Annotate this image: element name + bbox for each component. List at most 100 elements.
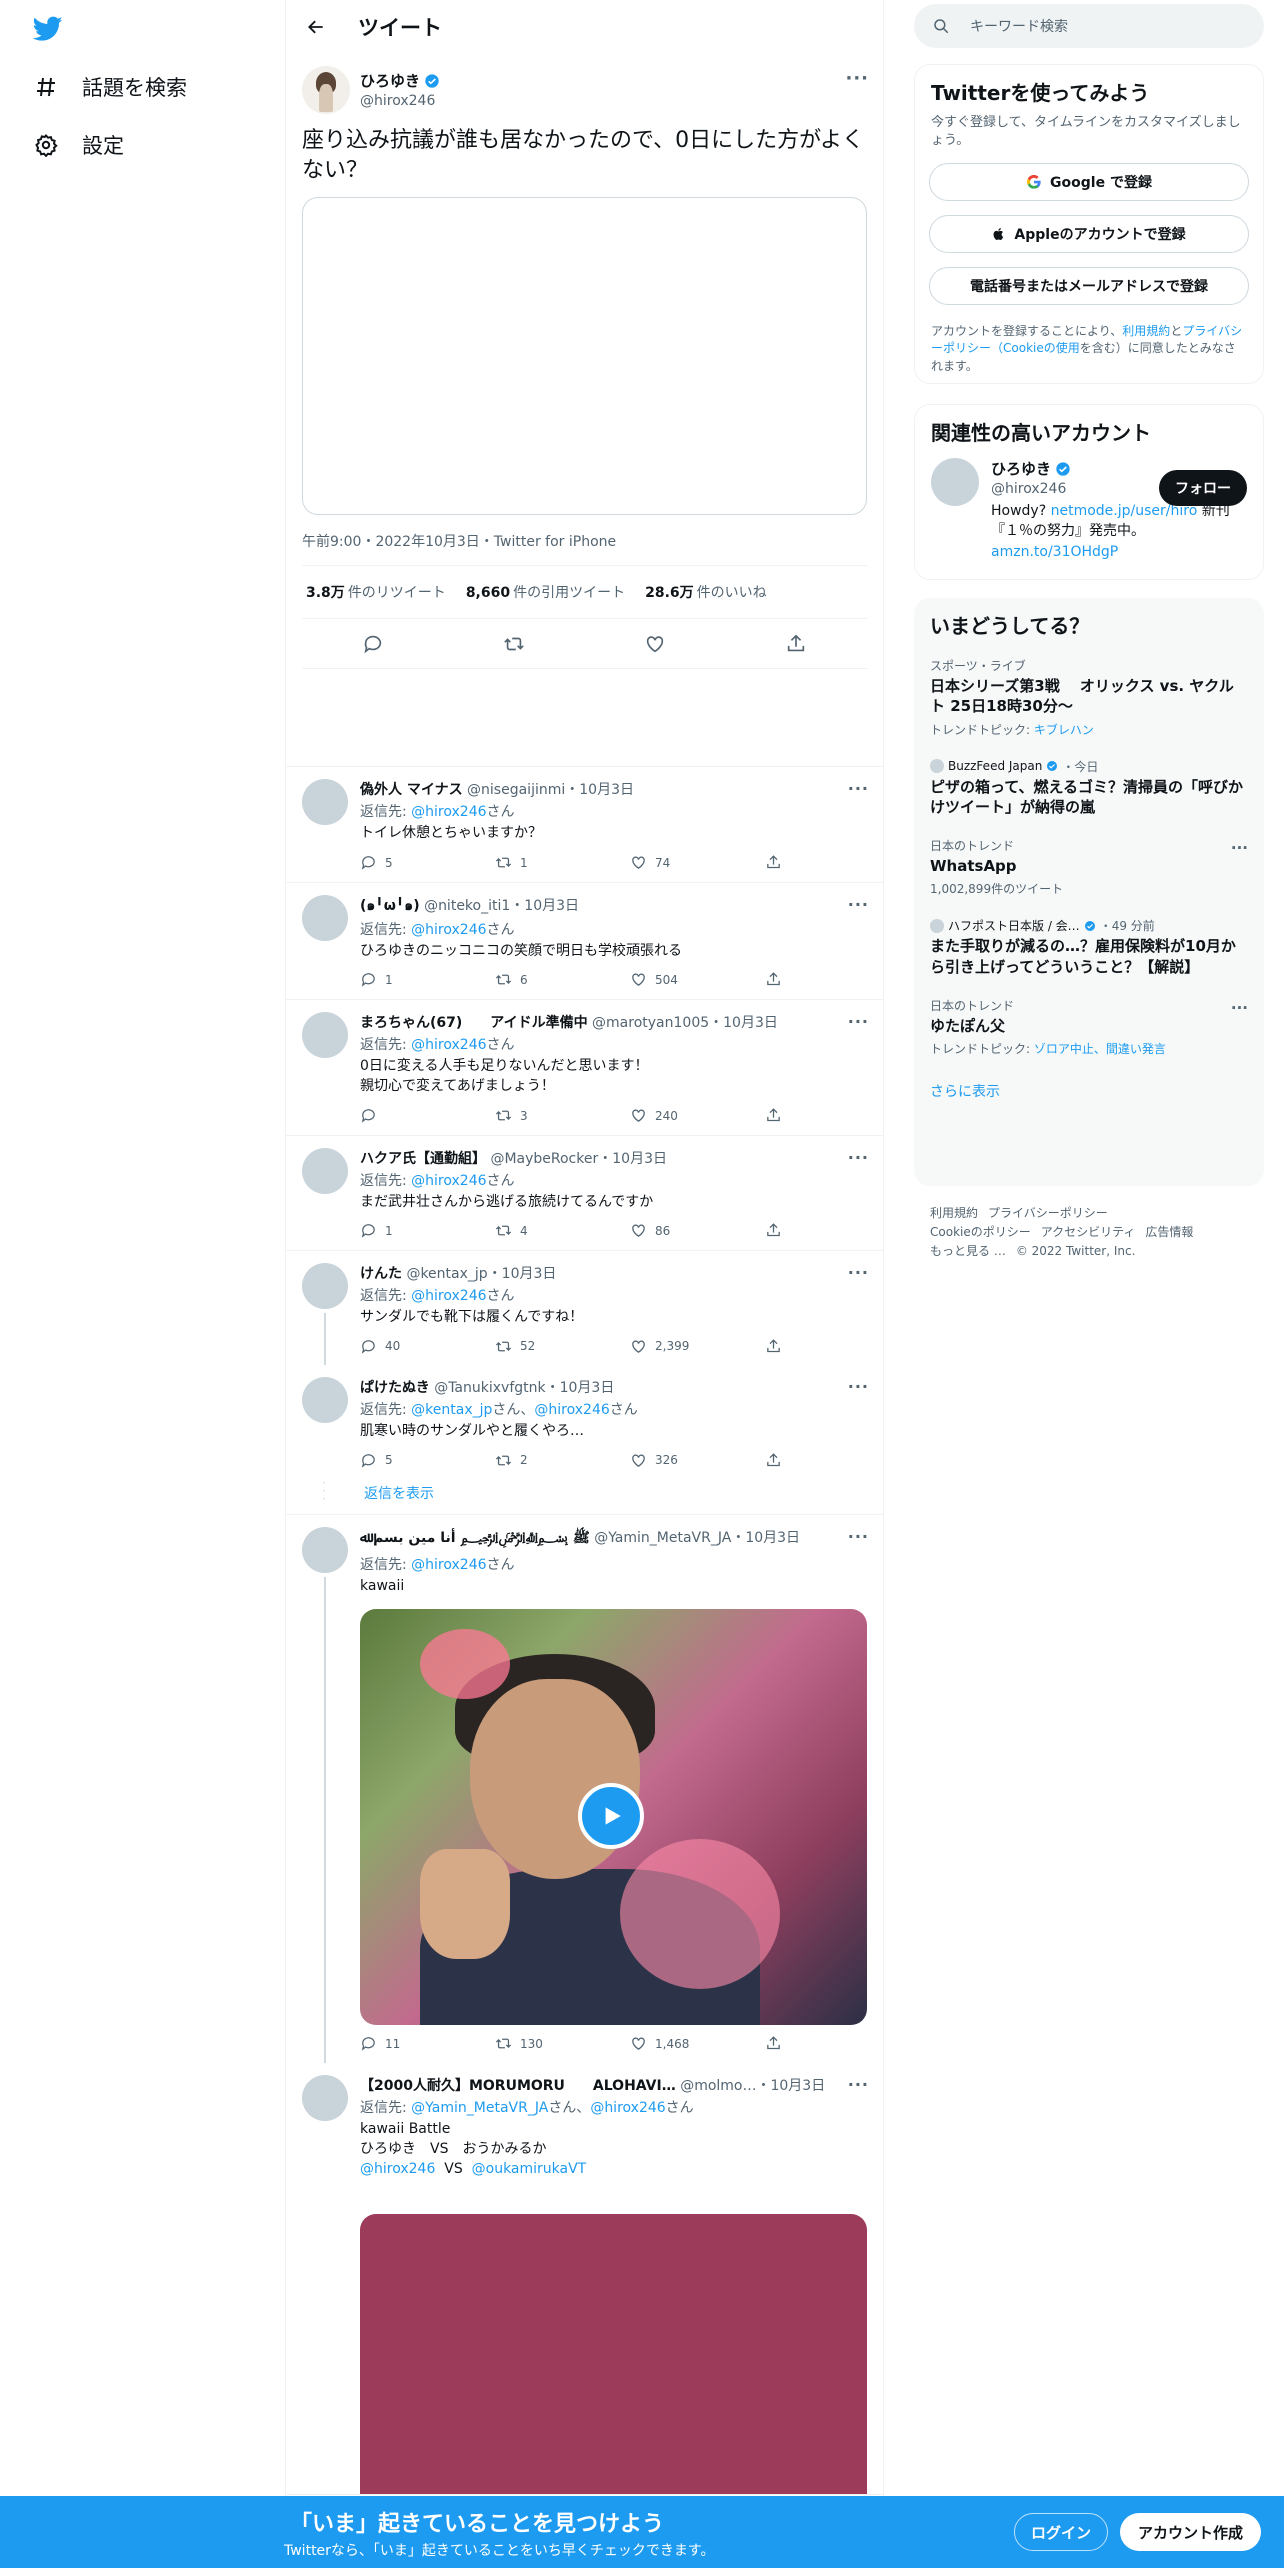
avatar[interactable] [302, 1527, 348, 1574]
mention-link[interactable]: @hirox246 [411, 1288, 486, 1304]
nav-settings[interactable]: 設定 [34, 130, 124, 160]
avatar[interactable] [302, 1377, 348, 1424]
reply-author-name[interactable]: ハクア氏【通勤組】 [360, 1151, 486, 1167]
share-button[interactable] [765, 1338, 782, 1355]
reply-author-handle[interactable]: @kentax_jp [406, 1266, 487, 1282]
reply-button[interactable]: 40 [360, 1338, 495, 1355]
nav-explore[interactable]: 話題を検索 [34, 72, 187, 102]
reply-date[interactable]: ・10月3日 [709, 1015, 778, 1031]
retweet-button[interactable]: 3 [495, 1107, 630, 1124]
reply-date[interactable]: ・10月3日 [565, 782, 634, 798]
reply-tweet[interactable]: (๑╹ω╹๑) @niteko_iti1・10月3日 返信先: @hirox246… [286, 883, 883, 1000]
footer-link[interactable]: もっと見る … [930, 1244, 1006, 1258]
like-button[interactable]: 240 [630, 1107, 765, 1124]
reply-author-handle[interactable]: @Tanukixvfgtnk [434, 1380, 545, 1396]
mention-link[interactable]: @oukamirukaVT [472, 2161, 587, 2177]
reply-author-handle[interactable]: @nisegaijinmi [467, 782, 565, 798]
reply-date[interactable]: ・10月3日 [598, 1151, 667, 1167]
reply-tweet[interactable]: けんた @kentax_jp・10月3日 返信先: @hirox246さん サンダル… [286, 1251, 883, 1366]
footer-link[interactable]: アクセシビリティ [1041, 1225, 1136, 1239]
trend-item[interactable]: スポーツ・ライブ 日本シリーズ第3戦 オリックス vs. ヤクルト 25日18時3… [914, 647, 1264, 748]
media-preview[interactable] [360, 2213, 867, 2494]
search-input[interactable]: キーワード検索 [970, 16, 1068, 36]
author-handle[interactable]: @hirox246 [360, 93, 440, 109]
tweet-meta[interactable]: 午前9:00・2022年10月3日・Twitter for iPhone [302, 531, 867, 567]
reply-date[interactable]: ・10月3日 [488, 1266, 557, 1282]
like-button[interactable]: 1,468 [630, 2035, 765, 2052]
reply-author-name[interactable]: まろちゃん(67) アイドル準備中 [360, 1015, 588, 1031]
trend-item[interactable]: ハフポスト日本版 / 会… ・49 分前 また手取りが減るの…？雇用保険料が10月か… [914, 907, 1264, 987]
like-button[interactable]: 504 [630, 971, 765, 988]
retweet-button[interactable]: 4 [495, 1222, 630, 1239]
more-options-icon[interactable]: ··· [848, 1148, 869, 1167]
retweet-button[interactable]: 52 [495, 1338, 630, 1355]
video-player[interactable] [360, 1608, 867, 2025]
footer-link[interactable]: Cookieのポリシー [930, 1225, 1031, 1239]
reply-icon[interactable] [362, 633, 384, 655]
mention-link[interactable]: @hirox246 [411, 804, 486, 820]
footer-link[interactable]: 広告情報 [1145, 1225, 1193, 1239]
share-button[interactable] [765, 971, 782, 988]
play-icon[interactable] [578, 1782, 644, 1849]
avatar[interactable] [302, 66, 350, 114]
reply-tweet[interactable]: ぱけたぬき @Tanukixvfgtnk・10月3日 返信先: @kentax_j… [286, 1365, 883, 1479]
reply-date[interactable]: ・10月3日 [756, 2078, 825, 2094]
share-button[interactable] [765, 2035, 782, 2052]
reply-date[interactable]: ・10月3日 [731, 1530, 800, 1546]
reply-date[interactable]: ・10月3日 [546, 1380, 615, 1396]
share-button[interactable] [765, 1107, 782, 1124]
twitter-logo-icon[interactable] [33, 16, 63, 42]
avatar[interactable] [302, 1147, 348, 1194]
apple-signup-button[interactable]: Appleのアカウントで登録 [929, 215, 1249, 254]
more-options-icon[interactable]: ··· [848, 779, 869, 798]
reply-tweet[interactable]: ハクア氏【通勤組】 @MaybeRocker・10月3日 返信先: @hirox2… [286, 1136, 883, 1251]
reply-button[interactable]: 5 [360, 1452, 495, 1469]
reply-author-name[interactable]: 【2000人耐久】MORUMORU ALOHAVI… [360, 2078, 676, 2094]
more-options-icon[interactable]: ··· [848, 1012, 869, 1031]
mention-link[interactable]: @hirox246 [411, 1037, 486, 1053]
relevant-account[interactable]: ひろゆき @hirox246 Howdy? netmode.jp/user/hi… [915, 446, 1263, 574]
more-options-icon[interactable]: ··· [848, 2075, 869, 2094]
more-options-icon[interactable]: ··· [1231, 839, 1248, 857]
mention-link[interactable]: @hirox246 [534, 1402, 609, 1418]
avatar[interactable] [302, 1262, 348, 1309]
reply-author-name[interactable]: ぱけたぬき [360, 1380, 430, 1396]
reply-tweet[interactable]: まろちゃん(67) アイドル準備中 @marotyan1005・10月3日 返信先… [286, 1000, 883, 1136]
search-bar[interactable]: キーワード検索 [914, 4, 1264, 48]
bio-link[interactable]: amzn.to/31OHdgP [991, 544, 1118, 560]
mention-link[interactable]: @hirox246 [360, 2161, 435, 2177]
reply-button[interactable]: 11 [360, 2035, 495, 2052]
footer-link[interactable]: 利用規約 [930, 1206, 978, 1220]
like-button[interactable]: 2,399 [630, 1338, 765, 1355]
reply-tweet[interactable]: ﷺ ﷽ أﻧﺎ مين ﺑﺴﻢ ﷲ @Yamin_MetaVR_JA・10月3日… [286, 1515, 883, 2063]
reply-author-handle[interactable]: @marotyan1005 [592, 1015, 709, 1031]
mention-link[interactable]: @hirox246 [411, 1173, 486, 1189]
retweet-button[interactable]: 130 [495, 2035, 630, 2052]
more-options-icon[interactable]: ··· [848, 1263, 869, 1282]
mention-link[interactable]: @kentax_jp [411, 1402, 492, 1418]
share-button[interactable] [765, 854, 782, 871]
avatar[interactable] [302, 779, 348, 826]
author-name[interactable]: ひろゆき [360, 70, 440, 91]
share-button[interactable] [765, 1222, 782, 1239]
mention-link[interactable]: @hirox246 [411, 1557, 486, 1573]
more-options-icon[interactable]: ··· [848, 895, 869, 914]
like-button[interactable]: 326 [630, 1452, 765, 1469]
quote-count[interactable]: 8,660 件の引用ツイート [466, 582, 625, 602]
retweet-button[interactable]: 1 [495, 854, 630, 871]
reply-button[interactable]: 1 [360, 1222, 495, 1239]
like-count[interactable]: 28.6万 件のいいね [645, 582, 767, 602]
reply-author-name[interactable]: けんた [360, 1266, 402, 1282]
reply-author-name[interactable]: ﷺ ﷽ أﻧﺎ مين ﺑﺴﻢ ﷲ [360, 1530, 590, 1546]
follow-button[interactable]: フォロー [1159, 470, 1247, 506]
avatar[interactable] [302, 1011, 348, 1058]
google-signup-button[interactable]: Google で登録 [929, 163, 1249, 202]
trend-topic-link[interactable]: キブレハン [1034, 723, 1094, 737]
retweet-count[interactable]: 3.8万 件のリツイート [306, 582, 446, 602]
reply-author-handle[interactable]: @Yamin_MetaVR_JA [594, 1530, 731, 1546]
reply-date[interactable]: ・10月3日 [510, 898, 579, 914]
reply-author-handle[interactable]: @niteko_iti1 [424, 898, 510, 914]
reply-button[interactable]: 1 [360, 971, 495, 988]
phone-email-signup-button[interactable]: 電話番号またはメールアドレスで登録 [929, 267, 1249, 306]
more-options-icon[interactable]: ··· [845, 68, 869, 89]
